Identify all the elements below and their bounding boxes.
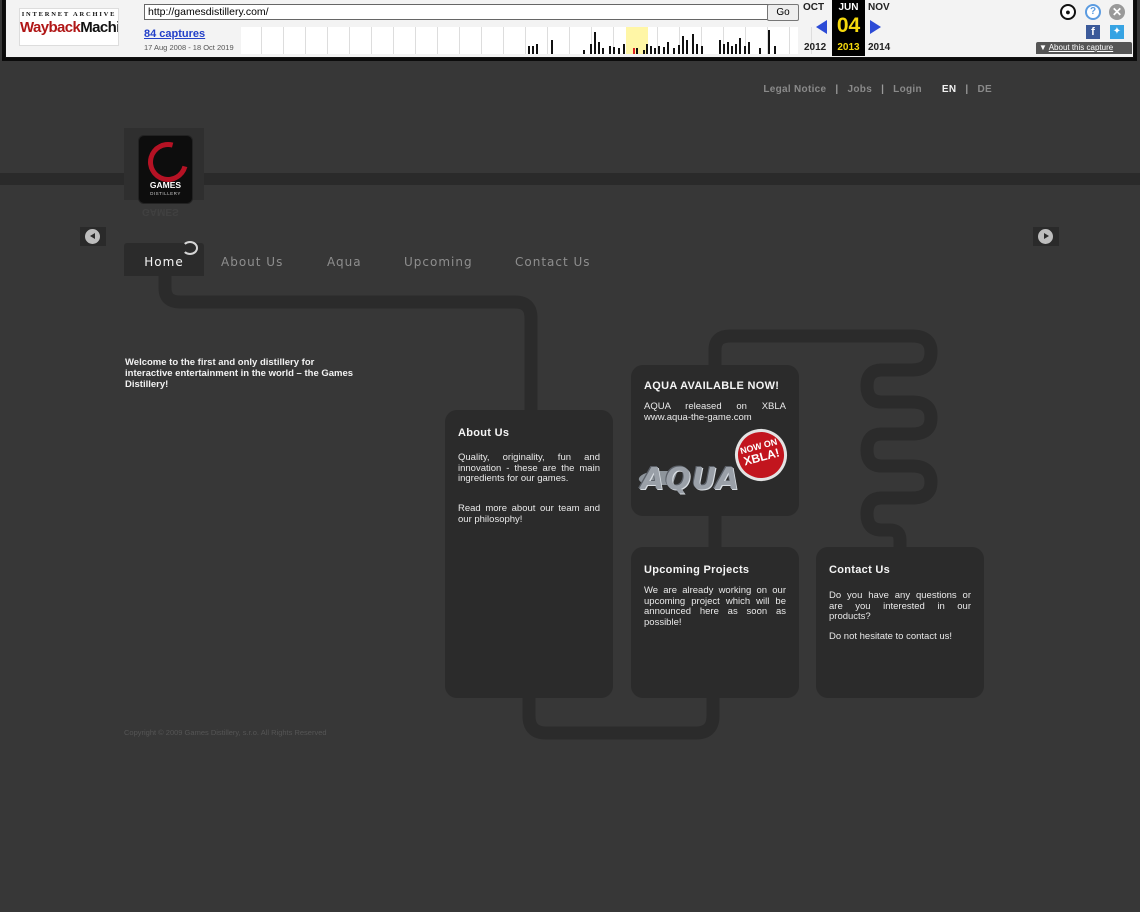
contact-title: Contact Us xyxy=(829,564,891,576)
nav-aqua[interactable]: Aqua xyxy=(327,243,362,276)
upcoming-title: Upcoming Projects xyxy=(644,564,750,576)
welcome-text: Welcome to the first and only distillery… xyxy=(125,357,354,390)
upcoming-text: We are already working on our upcoming p… xyxy=(644,585,786,628)
aqua-game-logo: AQUA xyxy=(641,462,740,497)
nav-about[interactable]: About Us xyxy=(221,243,283,276)
about-us-title: About Us xyxy=(458,427,510,439)
about-us-more: Read more about our team and our philoso… xyxy=(458,503,600,525)
nav-upcoming[interactable]: Upcoming xyxy=(404,243,473,276)
about-us-box[interactable]: About Us Quality, originality, fun and i… xyxy=(445,410,613,698)
contact-us-box[interactable]: Contact Us Do you have any questions or … xyxy=(816,547,984,698)
upcoming-projects-box[interactable]: Upcoming Projects We are already working… xyxy=(631,547,799,698)
nav-contact[interactable]: Contact Us xyxy=(515,243,591,276)
curl-icon xyxy=(182,241,198,255)
contact-text: Do you have any questions or are you int… xyxy=(829,590,971,622)
about-us-text: Quality, originality, fun and innovation… xyxy=(458,452,600,484)
nav-home[interactable]: Home xyxy=(124,241,204,276)
aqua-text: AQUA released on XBLA www.aqua-the-game.… xyxy=(644,401,786,423)
contact-cta: Do not hesitate to contact us! xyxy=(829,631,953,642)
copyright-text: Copyright © 2009 Games Distillery, s.r.o… xyxy=(124,728,327,737)
aqua-box[interactable]: AQUA AVAILABLE NOW! AQUA released on XBL… xyxy=(631,365,799,516)
aqua-title: AQUA AVAILABLE NOW! xyxy=(644,380,780,392)
